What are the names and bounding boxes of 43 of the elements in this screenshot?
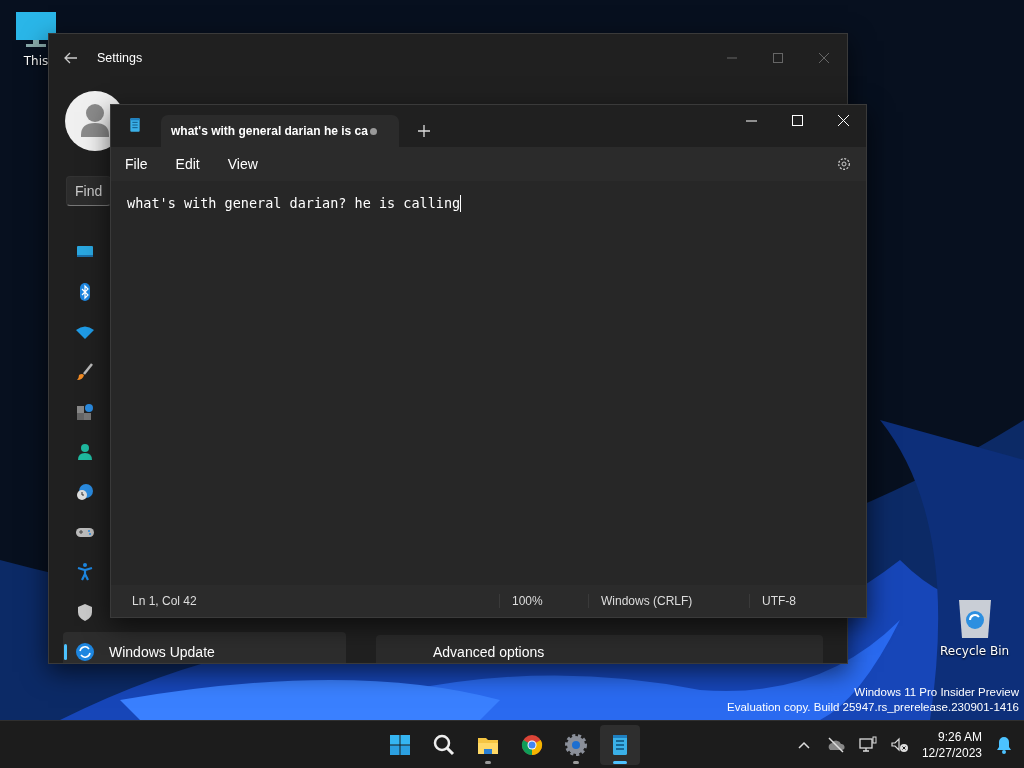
icon-label: This xyxy=(23,54,49,68)
update-icon xyxy=(75,642,95,662)
search-field[interactable]: Find xyxy=(66,176,111,206)
status-text: 100% xyxy=(499,594,588,608)
text-cursor xyxy=(460,195,462,212)
globe-clock-icon xyxy=(75,482,95,502)
network-icon[interactable] xyxy=(857,735,878,755)
plus-icon xyxy=(418,125,430,137)
monitor-icon[interactable] xyxy=(14,10,58,50)
watermark-text: Windows 11 Pro Insider Preview xyxy=(854,685,1019,700)
maximize-icon xyxy=(773,52,783,63)
bell-icon[interactable] xyxy=(994,735,1014,755)
watermark-text: Evaluation copy. Build 25947.rs_prerelease.230901-1416 xyxy=(727,700,1019,715)
menu-item[interactable]: Edit xyxy=(167,152,208,176)
apps-icon xyxy=(75,402,95,422)
accessibility-icon xyxy=(75,562,95,582)
icon-label: Recycle Bin xyxy=(940,644,1010,658)
status-text: Windows (CRLF) xyxy=(588,594,749,608)
shield-icon xyxy=(75,602,95,622)
clock[interactable]: 9:26 AM 12/27/2023 xyxy=(921,729,982,761)
notepad-icon xyxy=(127,117,143,133)
settings-icon[interactable] xyxy=(836,156,852,172)
search-icon xyxy=(432,733,456,757)
speaker-muted-icon[interactable] xyxy=(889,735,910,755)
cloud-off-icon[interactable] xyxy=(825,735,846,755)
maximize-icon xyxy=(791,114,803,126)
document-text[interactable]: what's with general darian? he is calling xyxy=(127,195,461,211)
window-title: Settings xyxy=(97,50,143,65)
taskbar-button[interactable] xyxy=(600,725,640,765)
status-text: Ln 1, Col 42 xyxy=(131,594,198,608)
status-text: UTF-8 xyxy=(749,594,808,608)
close-icon xyxy=(819,52,829,63)
start-icon xyxy=(388,733,412,757)
settings-card[interactable]: Advanced options xyxy=(376,635,823,663)
close-icon xyxy=(837,114,849,126)
browser-icon xyxy=(520,733,544,757)
sidebar-item[interactable]: Windows Update xyxy=(63,632,346,663)
menu-item[interactable]: File xyxy=(117,152,156,176)
person-icon xyxy=(75,442,95,462)
document-tab[interactable]: what's with general darian he is ca xyxy=(161,115,399,147)
paintbrush-icon xyxy=(75,362,95,382)
gear-icon xyxy=(564,733,588,757)
menu-item[interactable]: View xyxy=(219,152,266,176)
